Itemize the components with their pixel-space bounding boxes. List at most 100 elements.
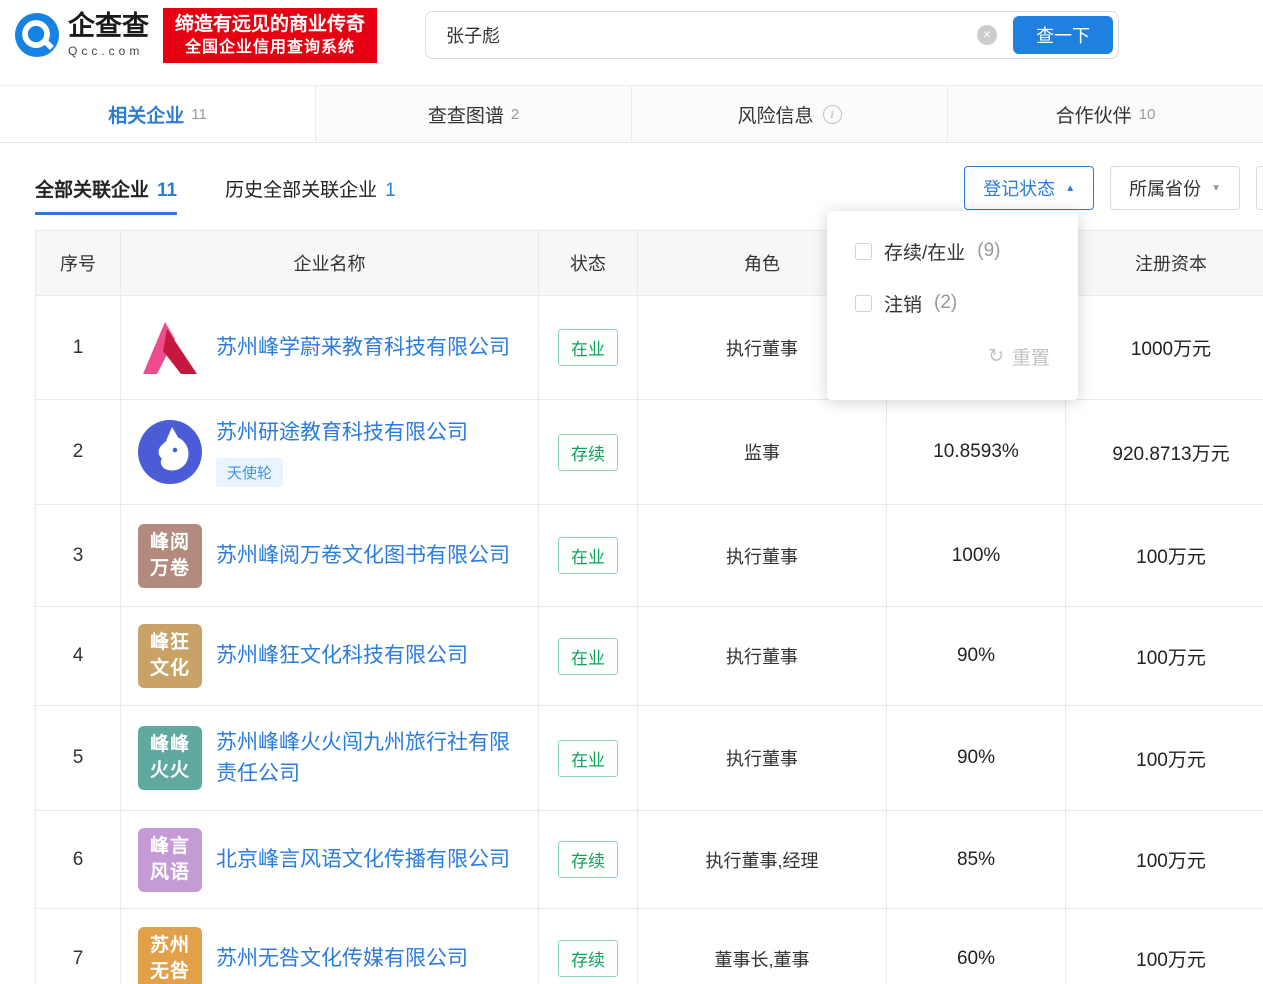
- subtab-history-related[interactable]: 历史全部关联企业 1: [225, 175, 396, 202]
- reset-label: 重置: [1011, 348, 1050, 369]
- refresh-icon: ↻: [988, 346, 1004, 367]
- filter-province[interactable]: 所属省份 ▼: [1110, 166, 1240, 210]
- option-count: (9): [977, 240, 1001, 261]
- checkbox-icon[interactable]: [855, 242, 872, 260]
- qcc-logo-icon: [14, 12, 60, 58]
- subtab-label: 全部关联企业: [35, 179, 150, 201]
- clear-icon[interactable]: ×: [977, 25, 997, 45]
- filter-label: 登记状态: [983, 179, 1056, 199]
- tab-label: 相关企业: [108, 105, 185, 127]
- table-row: 2 苏州研途教育科技有限公司 天使轮 存续 监事 10.8593% 920.87…: [36, 400, 1263, 505]
- filter-partial-button[interactable]: [1256, 166, 1263, 210]
- page: 企查查 Qcc.com 缔造有远见的商业传奇 全国企业信用查询系统 × 查一下 …: [0, 0, 1263, 984]
- company-link[interactable]: 北京峰言风语文化传播有限公司: [216, 844, 510, 876]
- company-cell: 苏州峰学蔚来教育科技有限公司: [121, 296, 539, 400]
- search-bar: × 查一下: [425, 11, 1119, 59]
- status-cell: 存续: [539, 811, 638, 909]
- company-cell: 峰言 风语 北京峰言风语文化传播有限公司: [121, 811, 539, 909]
- col-header-capital: 注册资本: [1066, 231, 1263, 296]
- slogan-line1: 缔造有远见的商业传奇: [175, 13, 366, 35]
- dropdown-option-cancelled[interactable]: 注销 (2): [827, 277, 1078, 329]
- logo-text-line: 万卷: [149, 557, 190, 579]
- company-link[interactable]: 苏州峰狂文化科技有限公司: [216, 640, 468, 672]
- tab-related-companies[interactable]: 相关企业 11: [0, 86, 316, 142]
- logo-text-line: 苏州: [149, 934, 190, 956]
- chevron-up-icon: ▲: [1065, 182, 1076, 194]
- logo-text-line: 火火: [149, 760, 190, 781]
- tab-partners[interactable]: 合作伙伴 10: [948, 86, 1263, 142]
- table-row: 3 峰阅 万卷 苏州峰阅万卷文化图书有限公司 在业 执行董事 100% 100万…: [36, 505, 1263, 607]
- qcc-logo[interactable]: 企查查 Qcc.com: [14, 12, 149, 58]
- search-input[interactable]: [426, 24, 977, 46]
- col-header-name: 企业名称: [121, 231, 539, 296]
- col-header-status: 状态: [539, 231, 638, 296]
- checkbox-icon[interactable]: [855, 294, 872, 312]
- tab-label: 风险信息: [737, 105, 814, 127]
- tab-count: 2: [510, 105, 520, 123]
- company-link[interactable]: 苏州峰阅万卷文化图书有限公司: [216, 540, 510, 572]
- dropdown-option-active[interactable]: 存续/在业 (9): [827, 225, 1078, 277]
- tab-count: 10: [1138, 105, 1156, 123]
- status-badge: 在业: [558, 537, 618, 574]
- company-link[interactable]: 苏州无咎文化传媒有限公司: [216, 943, 468, 975]
- row-number: 7: [36, 909, 121, 984]
- status-cell: 在业: [539, 505, 638, 607]
- logo-text-line: 峰阅: [149, 531, 190, 553]
- filter-registration-status[interactable]: 登记状态 ▲: [964, 166, 1095, 210]
- slogan-banner: 缔造有远见的商业传奇 全国企业信用查询系统: [163, 7, 378, 63]
- company-logo: [143, 321, 197, 374]
- status-badge: 存续: [558, 433, 618, 471]
- ratio-cell: 60%: [887, 909, 1066, 984]
- subtab-all-related[interactable]: 全部关联企业 11: [35, 175, 178, 215]
- company-cell: 苏州 无咎 苏州无咎文化传媒有限公司: [121, 909, 539, 984]
- status-cell: 在业: [539, 296, 638, 400]
- row-number: 6: [36, 811, 121, 909]
- option-count: (2): [934, 292, 958, 313]
- logo-text-line: 峰狂: [149, 632, 190, 654]
- company-cell: 苏州研途教育科技有限公司 天使轮: [121, 400, 539, 505]
- table-row: 5 峰峰 火火 苏州峰峰火火闯九州旅行社有限责任公司 在业 执行董事 90% 1…: [36, 706, 1263, 811]
- company-logo: 苏州 无咎: [138, 926, 202, 984]
- capital-cell: 100万元: [1066, 909, 1263, 984]
- company-logo: 峰峰 火火: [138, 726, 202, 790]
- filter-group: 登记状态 ▲ 所属省份 ▼: [964, 166, 1240, 210]
- search-button[interactable]: 查一下: [1013, 16, 1113, 54]
- status-cell: 在业: [539, 607, 638, 706]
- row-number: 3: [36, 505, 121, 607]
- company-cell: 峰阅 万卷 苏州峰阅万卷文化图书有限公司: [121, 505, 539, 607]
- reset-button[interactable]: ↻ 重置: [827, 343, 1078, 370]
- status-badge: 在业: [558, 329, 618, 366]
- capital-cell: 100万元: [1066, 607, 1263, 706]
- company-cell: 峰狂 文化 苏州峰狂文化科技有限公司: [121, 607, 539, 706]
- capital-cell: 100万元: [1066, 811, 1263, 909]
- capital-cell: 1000万元: [1066, 296, 1263, 400]
- logo-domain: Qcc.com: [68, 43, 144, 58]
- ratio-cell: 90%: [887, 607, 1066, 706]
- tab-graph[interactable]: 查查图谱 2: [316, 86, 632, 142]
- tab-risk-info[interactable]: 风险信息 i: [632, 86, 948, 142]
- status-badge: 在业: [558, 739, 618, 777]
- role-cell: 监事: [638, 400, 887, 505]
- status-badge: 在业: [558, 637, 618, 675]
- table-row: 7 苏州 无咎 苏州无咎文化传媒有限公司 存续 董事长,董事 60% 100万元: [36, 909, 1263, 984]
- logo-text: 企查查 Qcc.com: [68, 12, 149, 58]
- company-logo-unicorn: [138, 420, 202, 484]
- role-cell: 董事长,董事: [638, 909, 887, 984]
- company-link[interactable]: 苏州研途教育科技有限公司: [216, 417, 468, 449]
- role-cell: 执行董事: [638, 706, 887, 811]
- subtab-count: 11: [157, 179, 178, 201]
- company-link[interactable]: 苏州峰学蔚来教育科技有限公司: [216, 332, 510, 364]
- row-number: 4: [36, 607, 121, 706]
- tab-bar: 相关企业 11 查查图谱 2 风险信息 i 合作伙伴 10: [0, 85, 1263, 143]
- role-cell: 执行董事: [638, 607, 887, 706]
- info-icon: i: [822, 104, 842, 124]
- status-badge: 存续: [558, 940, 618, 977]
- company-link[interactable]: 苏州峰峰火火闯九州旅行社有限责任公司: [216, 727, 526, 790]
- filter-label: 所属省份: [1129, 179, 1202, 199]
- row-number: 5: [36, 706, 121, 811]
- logo-text-line: 峰峰: [149, 734, 190, 756]
- option-label: 存续/在业: [884, 242, 966, 264]
- table-row: 1 苏州峰学蔚来教育科技有限公司 在业 执行董事 1000万元: [36, 296, 1263, 400]
- logo-text-line: 文化: [149, 658, 190, 679]
- ratio-cell: 90%: [887, 706, 1066, 811]
